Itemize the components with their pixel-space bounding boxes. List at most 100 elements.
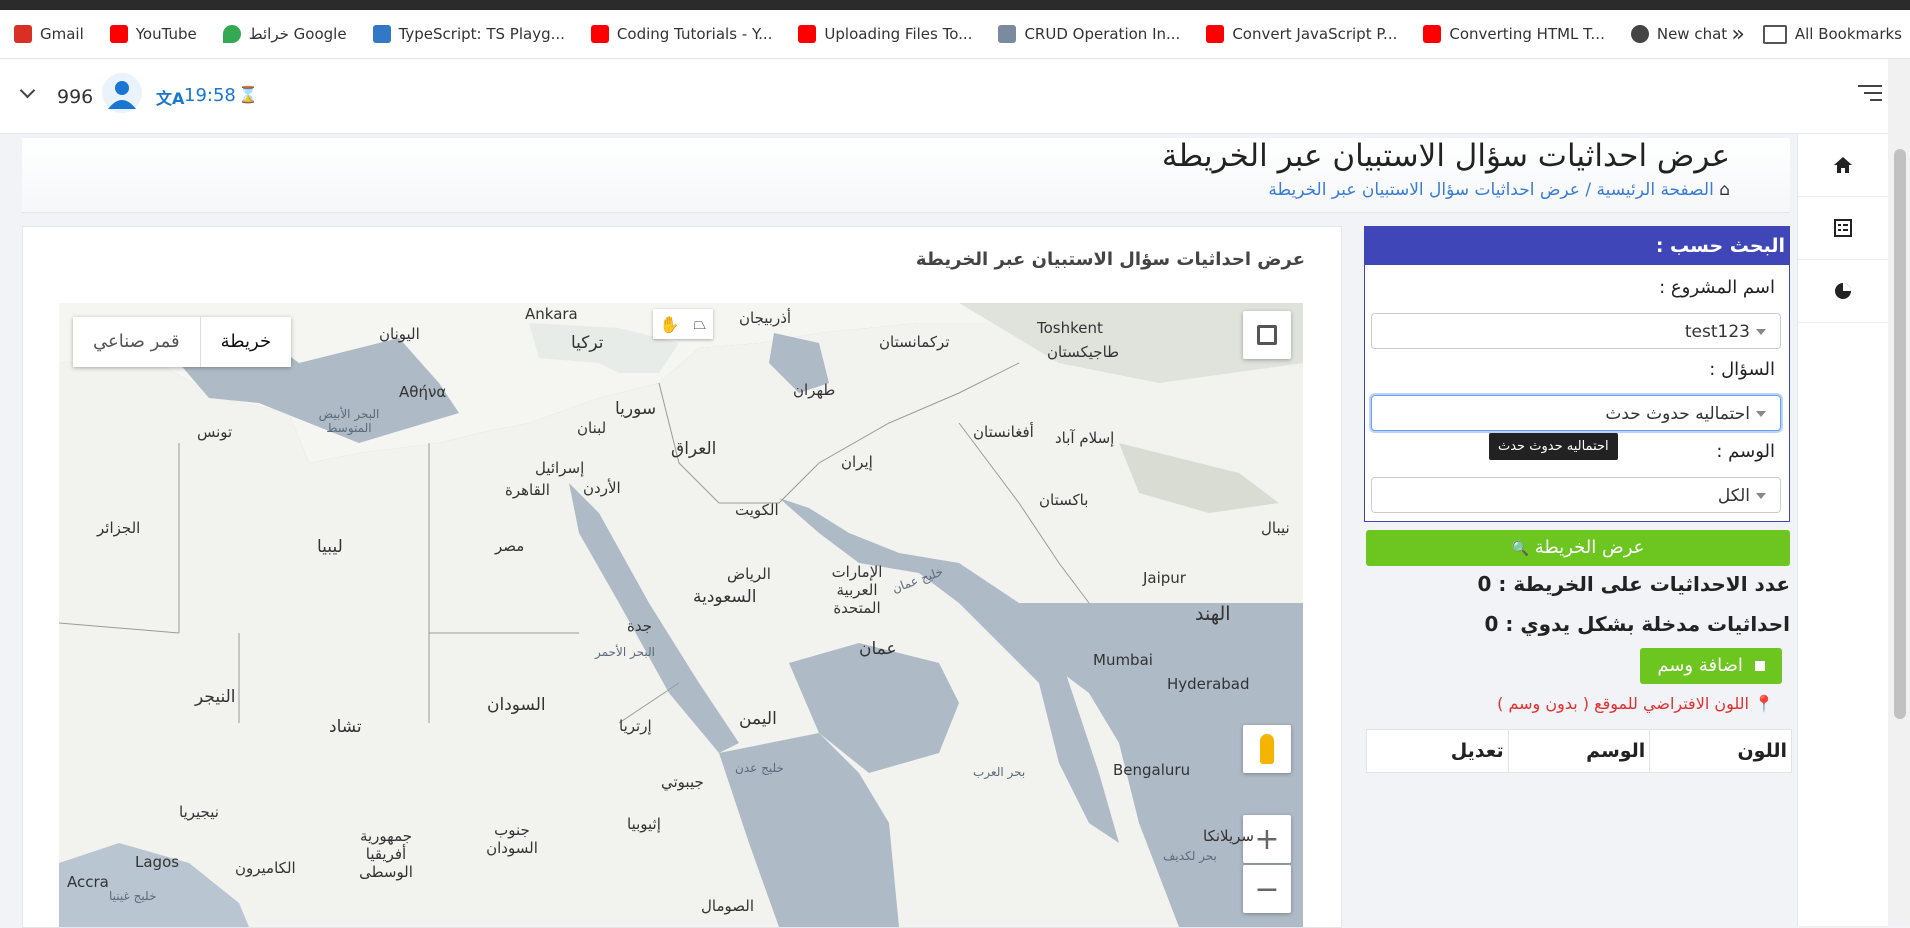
save-icon	[1754, 661, 1765, 671]
sidebar-item-home[interactable]	[1798, 134, 1888, 197]
map-label: خليج غينيا	[109, 889, 157, 903]
pie-chart-icon	[1835, 283, 1851, 299]
hand-pan-icon[interactable]: ✋	[660, 315, 680, 334]
bookmarks-overflow-button[interactable]: »	[1713, 22, 1762, 47]
map-label: نيبال	[1261, 519, 1290, 537]
map-label: الإمارات العربية المتحدة	[831, 563, 883, 617]
map-label: أفغانستان	[973, 423, 1034, 441]
map-label: ليبيا	[317, 537, 343, 557]
map-label: Hyderabad	[1167, 675, 1250, 693]
google-map[interactable]: قمر صناعي خريطة ✋ ⏢ + − تركيا اليونان أذ…	[59, 303, 1303, 927]
bookmark-convert-javascript[interactable]: Convert JavaScript P...	[1192, 25, 1409, 43]
map-label: خليج عدن	[735, 761, 784, 775]
map-card-title: عرض احداثيات سؤال الاستبيان عبر الخريطة	[915, 249, 1305, 270]
map-label: إرتريا	[619, 717, 652, 735]
question-tooltip: احتماليه حدوث حدث	[1489, 433, 1618, 460]
map-label: القاهرة	[505, 481, 550, 499]
map-label: Lagos	[135, 853, 180, 871]
map-marker-icon: 📍	[1754, 694, 1774, 713]
youtube-icon	[1206, 25, 1225, 43]
map-label: السعودية	[693, 587, 757, 607]
map-label: طاجيكستان	[1047, 343, 1120, 361]
bookmark-typescript[interactable]: TypeScript: TS Playg...	[359, 25, 577, 43]
breadcrumb-home-link[interactable]: الصفحة الرئيسية	[1597, 180, 1714, 200]
map-label: أذربيجان	[739, 309, 792, 327]
map-label: الأردن	[583, 479, 621, 497]
search-icon: 🔍	[1511, 541, 1530, 557]
browser-top-strip	[0, 0, 1910, 10]
map-type-satellite-button[interactable]: قمر صناعي	[73, 317, 200, 367]
map-label: Toshkent	[1037, 319, 1103, 337]
map-label: بحر لكديف	[1163, 849, 1217, 863]
bookmark-google-maps[interactable]: خرائط Google	[209, 25, 359, 43]
map-label: الهند	[1195, 603, 1231, 625]
bookmarks-bar: Gmail YouTube خرائط Google TypeScript: T…	[0, 10, 1910, 59]
map-label: سريلانكا	[1203, 827, 1254, 845]
street-view-pegman-button[interactable]	[1243, 725, 1291, 773]
bookmark-youtube[interactable]: YouTube	[96, 25, 209, 43]
menu-toggle-icon[interactable]	[1858, 85, 1882, 101]
map-land	[59, 303, 1303, 927]
map-label: سوريا	[615, 399, 657, 419]
list-icon	[1834, 219, 1852, 237]
map-label: باكستان	[1039, 491, 1089, 509]
map-label: تركمانستان	[879, 333, 950, 351]
question-select[interactable]: احتماليه حدوث حدث	[1371, 395, 1781, 431]
project-select[interactable]: test123	[1371, 313, 1781, 349]
map-card: عرض احداثيات سؤال الاستبيان عبر الخريطة …	[22, 226, 1342, 928]
col-tag: الوسم	[1507, 730, 1650, 772]
default-color-note: 📍 اللون الافتراضي للموقع ( بدون وسم )	[1497, 694, 1774, 713]
map-label: تونس	[197, 423, 233, 441]
map-label: بحر العرب	[973, 765, 1026, 779]
question-label: السؤال :	[1709, 359, 1775, 380]
maps-pin-icon	[222, 25, 241, 43]
map-label: Αθήνα	[399, 383, 447, 401]
map-label: اليمن	[739, 709, 777, 729]
col-color: اللون	[1649, 730, 1791, 772]
translate-icon[interactable]: 文A	[156, 85, 184, 109]
youtube-icon	[590, 25, 609, 43]
map-label: الكويت	[735, 501, 779, 519]
page-title: عرض احداثيات سؤال الاستبيان عبر الخريطة	[1161, 138, 1730, 174]
all-bookmarks-link[interactable]: All Bookmarks	[1795, 25, 1910, 43]
avatar[interactable]	[102, 73, 142, 113]
notification-count: 996	[57, 86, 94, 108]
sidebar-item-list[interactable]	[1798, 197, 1888, 260]
map-label: عمان	[859, 639, 897, 659]
chevron-down-icon	[1756, 493, 1766, 499]
page-scrollbar[interactable]	[1888, 59, 1910, 926]
map-label: الجزائر	[97, 519, 141, 537]
map-label: طهران	[793, 381, 836, 399]
show-map-button[interactable]: عرض الخريطة 🔍	[1366, 530, 1790, 566]
page-header: عرض احداثيات سؤال الاستبيان عبر الخريطة …	[22, 138, 1790, 213]
home-icon: ⌂	[1719, 180, 1730, 200]
coords-count-stat: عدد الاحداثيات على الخريطة : 0	[1477, 572, 1790, 596]
draw-shape-icon[interactable]: ⏢	[693, 314, 706, 334]
map-label: Ankara	[525, 305, 578, 323]
map-label: Jaipur	[1143, 569, 1186, 587]
map-type-control: قمر صناعي خريطة	[73, 317, 292, 367]
bookmark-crud-operation[interactable]: CRUD Operation In...	[984, 25, 1192, 43]
scrollbar-thumb[interactable]	[1894, 149, 1906, 719]
tag-select[interactable]: الكل	[1371, 477, 1781, 513]
bookmark-uploading-files[interactable]: Uploading Files To...	[784, 25, 984, 43]
bookmark-coding-tutorials[interactable]: Coding Tutorials - Y...	[577, 25, 784, 43]
map-label: نيجيريا	[179, 803, 219, 821]
map-label: الصومال	[701, 897, 754, 915]
add-tag-button[interactable]: اضافة وسم	[1640, 648, 1782, 684]
fullscreen-button[interactable]	[1243, 311, 1291, 359]
bookmark-gmail[interactable]: Gmail	[0, 25, 96, 43]
map-label: جمهورية أفريقيا الوسطى	[359, 827, 413, 881]
project-label: اسم المشروع :	[1659, 277, 1775, 298]
chevron-down-icon[interactable]	[19, 82, 36, 99]
map-label: جدة	[627, 617, 653, 635]
map-type-map-button[interactable]: خريطة	[199, 317, 291, 367]
map-label: إيران	[841, 453, 873, 471]
home-icon	[1834, 157, 1852, 173]
bookmark-converting-html[interactable]: Converting HTML T...	[1409, 25, 1616, 43]
map-label: Mumbai	[1093, 651, 1153, 669]
right-sidebar	[1797, 134, 1888, 926]
sidebar-item-reports[interactable]	[1798, 260, 1888, 323]
zoom-out-button[interactable]: −	[1243, 865, 1291, 913]
folder-icon	[1762, 24, 1787, 44]
